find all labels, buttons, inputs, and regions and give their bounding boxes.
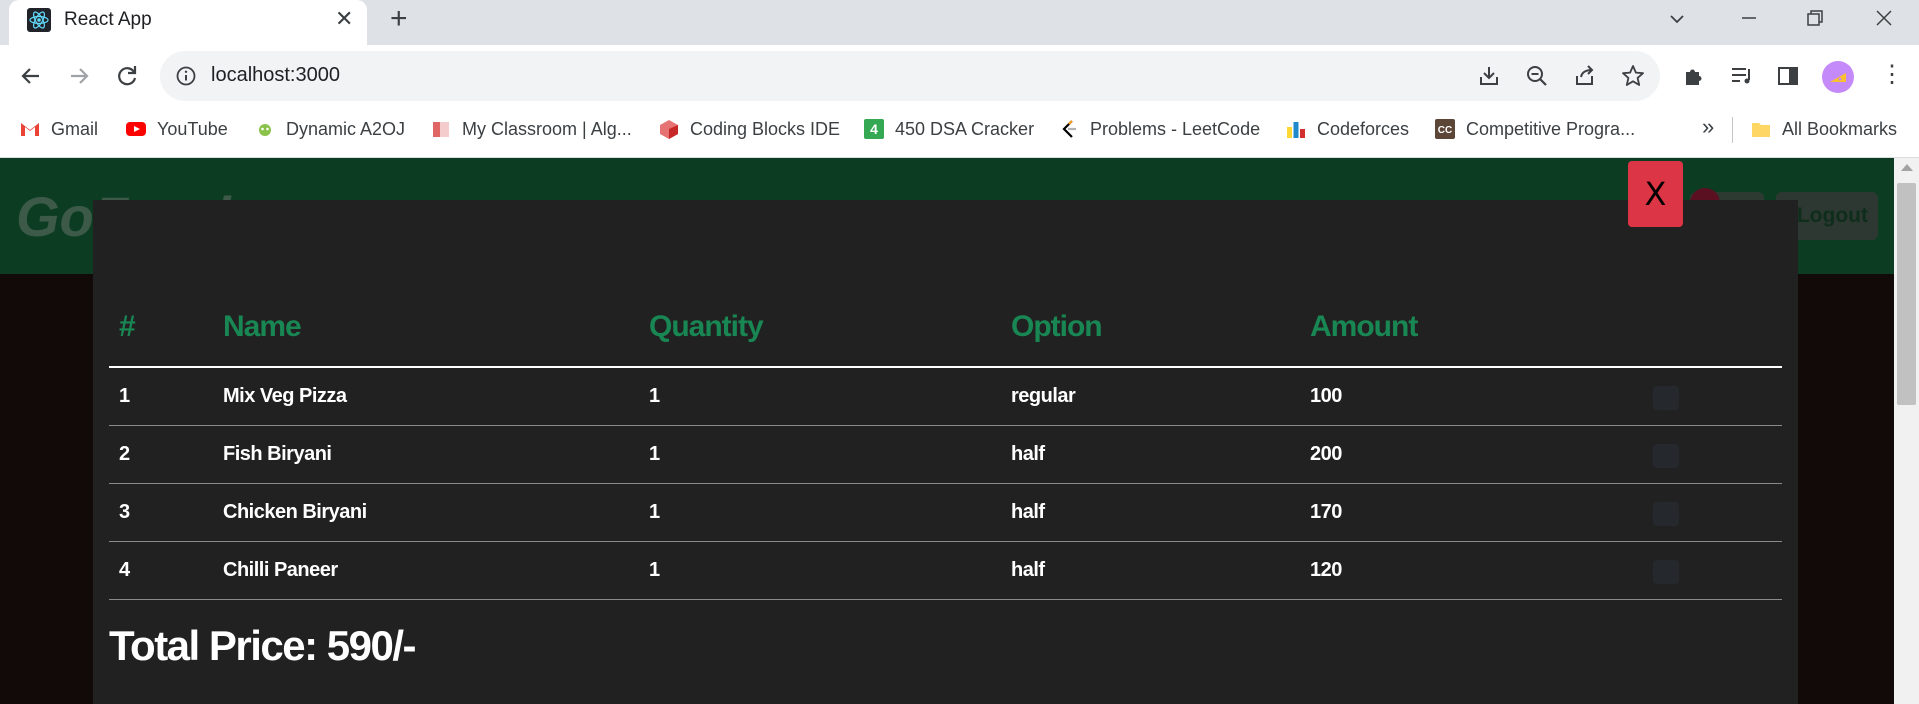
reload-icon[interactable] (111, 60, 143, 92)
site-info-icon[interactable] (175, 65, 197, 87)
cell-index: 4 (119, 559, 130, 581)
bookmarks-divider (1732, 117, 1733, 143)
bookmark-leetcode[interactable]: Problems - LeetCode (1058, 116, 1260, 142)
table-row: 4 Chilli Paneer 1 half 120 (109, 542, 1782, 600)
cell-amount: 120 (1310, 559, 1342, 581)
minimize-icon[interactable] (1737, 6, 1761, 30)
classroom-icon (433, 122, 449, 137)
table-row: 3 Chicken Biryani 1 half 170 (109, 484, 1782, 542)
delete-item-button[interactable] (1653, 444, 1679, 468)
extensions-icon[interactable] (1681, 63, 1707, 89)
cell-index: 1 (119, 385, 130, 407)
bookmark-450-dsa[interactable]: 4 450 DSA Cracker (863, 116, 1034, 142)
more-bookmarks-icon[interactable]: » (1702, 114, 1714, 140)
table-header-row: # Name Quantity Option Amount (109, 300, 1782, 368)
bookmark-label: 450 DSA Cracker (895, 118, 1035, 139)
total-price: Total Price: 590/- (109, 622, 417, 669)
all-bookmarks[interactable]: All Bookmarks (1750, 116, 1897, 142)
tab-strip: React App ✕ + (0, 0, 1919, 45)
table-row: 1 Mix Veg Pizza 1 regular 100 (109, 368, 1782, 426)
cart-table: # Name Quantity Option Amount 1 Mix Veg … (109, 300, 1782, 600)
delete-item-button[interactable] (1653, 386, 1679, 410)
new-tab-icon[interactable]: + (390, 3, 408, 35)
table-row: 2 Fish Biryani 1 half 200 (109, 426, 1782, 484)
delete-item-button[interactable] (1653, 502, 1679, 526)
cell-amount: 170 (1310, 501, 1342, 523)
cell-option: half (1011, 501, 1045, 523)
tab-title: React App (64, 9, 152, 30)
cell-quantity: 1 (649, 385, 660, 407)
a2oj-icon (259, 124, 271, 136)
media-controls-icon[interactable] (1729, 63, 1755, 89)
svg-text:CC: CC (1438, 125, 1452, 136)
cell-name: Mix Veg Pizza (223, 385, 347, 407)
forward-icon[interactable] (63, 60, 95, 92)
scrollbar-thumb[interactable] (1897, 183, 1916, 405)
bookmark-label: Problems - LeetCode (1090, 118, 1261, 139)
scroll-up-arrow-icon[interactable] (1901, 164, 1913, 171)
youtube-icon (126, 122, 146, 136)
cell-option: half (1011, 443, 1045, 465)
cell-quantity: 1 (649, 443, 660, 465)
bookmark-competitive-programming[interactable]: CC Competitive Progra... (1434, 116, 1635, 142)
dsa-cracker-icon: 4 (864, 119, 884, 139)
tab-search-icon[interactable] (1666, 8, 1688, 30)
bookmark-label: Gmail (51, 118, 99, 139)
folder-icon (1752, 123, 1770, 137)
bookmark-my-classroom[interactable]: My Classroom | Alg... (430, 116, 632, 142)
cell-option: regular (1011, 385, 1076, 407)
column-header-name: Name (223, 310, 302, 343)
column-header-quantity: Quantity (649, 310, 764, 343)
bookmark-codeforces[interactable]: Codeforces (1285, 116, 1409, 142)
bookmark-coding-blocks[interactable]: Coding Blocks IDE (658, 116, 840, 142)
coding-blocks-icon (660, 120, 678, 139)
cell-name: Chilli Paneer (223, 559, 338, 581)
browser-tab[interactable]: React App ✕ (9, 0, 367, 45)
gmail-icon (21, 123, 39, 136)
close-window-icon[interactable] (1872, 6, 1896, 30)
tab-close-icon[interactable]: ✕ (335, 5, 353, 33)
column-header-index: # (119, 310, 136, 343)
bookmark-label: Codeforces (1317, 118, 1410, 139)
cell-option: half (1011, 559, 1045, 581)
cheese-avatar-icon (1830, 73, 1846, 82)
cell-amount: 100 (1310, 385, 1342, 407)
cell-quantity: 1 (649, 559, 660, 581)
bookmark-youtube[interactable]: YouTube (125, 116, 228, 142)
codeforces-icon (1287, 122, 1305, 138)
cell-index: 3 (119, 501, 130, 523)
delete-item-button[interactable] (1653, 560, 1679, 584)
url-text[interactable]: localhost:3000 (211, 64, 340, 87)
side-panel-icon[interactable] (1775, 63, 1801, 89)
bookmark-label: YouTube (157, 118, 228, 139)
bookmark-gmail[interactable]: Gmail (19, 116, 98, 142)
restore-icon[interactable] (1803, 6, 1827, 30)
bookmark-label: My Classroom | Alg... (462, 118, 632, 139)
back-icon[interactable] (15, 60, 47, 92)
column-header-option: Option (1011, 310, 1103, 343)
bookmark-label: All Bookmarks (1782, 118, 1898, 139)
bookmark-star-icon[interactable] (1620, 63, 1646, 89)
profile-avatar[interactable] (1822, 61, 1854, 93)
codechef-icon: CC (1435, 119, 1455, 139)
bookmark-label: Dynamic A2OJ (286, 118, 406, 139)
cell-amount: 200 (1310, 443, 1342, 465)
cell-index: 2 (119, 443, 130, 465)
install-app-icon[interactable] (1476, 63, 1502, 89)
share-icon[interactable] (1572, 63, 1598, 89)
react-logo-icon (27, 8, 51, 32)
cell-name: Fish Biryani (223, 443, 332, 465)
zoom-out-icon[interactable] (1524, 63, 1550, 89)
leetcode-icon (1062, 120, 1076, 138)
browser-menu-icon[interactable]: ⋮ (1880, 60, 1904, 90)
address-bar[interactable] (160, 51, 1660, 101)
bookmark-label: Coding Blocks IDE (690, 118, 841, 139)
close-modal-button[interactable]: X (1628, 161, 1683, 227)
bookmark-label: Competitive Progra... (1466, 118, 1636, 139)
cell-name: Chicken Biryani (223, 501, 367, 523)
cell-quantity: 1 (649, 501, 660, 523)
bookmark-dynamic-a2oj[interactable]: Dynamic A2OJ (254, 116, 405, 142)
svg-text:4: 4 (870, 121, 878, 137)
column-header-amount: Amount (1310, 310, 1418, 343)
